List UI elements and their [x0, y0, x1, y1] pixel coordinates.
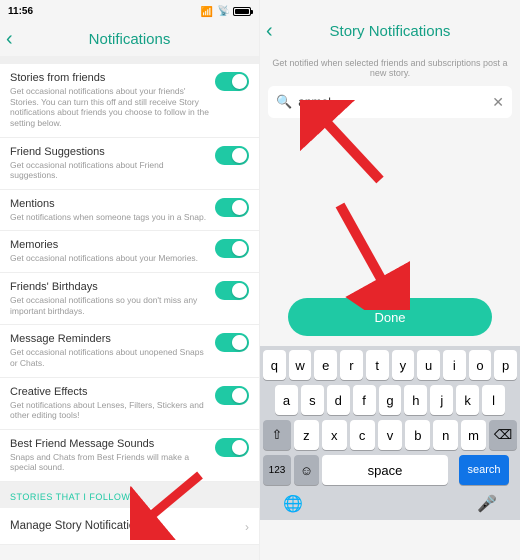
key-h[interactable]: h: [404, 385, 427, 415]
key-t[interactable]: t: [366, 350, 389, 380]
mic-icon[interactable]: 🎤: [477, 494, 497, 514]
page-title: Notifications: [89, 31, 171, 48]
right-phone: ‹ Story Notifications Get notified when …: [260, 0, 520, 560]
toggle-switch[interactable]: [215, 239, 249, 258]
kb-row-4: 123 ☺ space search: [263, 455, 517, 485]
kb-row-1: q w e r t y u i o p: [263, 350, 517, 380]
toggle-switch[interactable]: [215, 281, 249, 300]
setting-best-friend-sounds[interactable]: Best Friend Message Sounds Snaps and Cha…: [0, 430, 259, 482]
search-input[interactable]: 🔍 anmol ✕: [268, 86, 512, 118]
setting-message-reminders[interactable]: Message Reminders Get occasional notific…: [0, 325, 259, 377]
status-bar: 11:56 📶 📡: [0, 0, 259, 22]
setting-creative-effects[interactable]: Creative Effects Get notifications about…: [0, 378, 259, 430]
results-area: [260, 118, 520, 298]
key-a[interactable]: a: [275, 385, 298, 415]
section-header: STORIES THAT I FOLLOW: [0, 482, 259, 508]
setting-mentions[interactable]: Mentions Get notifications when someone …: [0, 190, 259, 232]
battery-icon: [233, 7, 251, 16]
done-button[interactable]: Done: [288, 298, 492, 336]
key-space[interactable]: space: [322, 455, 448, 485]
key-c[interactable]: c: [350, 420, 375, 450]
key-w[interactable]: w: [289, 350, 312, 380]
toggle-switch[interactable]: [215, 386, 249, 405]
key-b[interactable]: b: [405, 420, 430, 450]
back-button[interactable]: ‹: [266, 20, 273, 43]
wifi-icon: 📡: [218, 6, 230, 17]
manage-story-notifications[interactable]: Manage Story Notifications ›: [0, 508, 259, 545]
kb-bottom-bar: 🌐 🎤: [263, 490, 517, 520]
key-y[interactable]: y: [392, 350, 415, 380]
kb-row-2: a s d f g h j k l: [263, 385, 517, 415]
setting-birthdays[interactable]: Friends' Birthdays Get occasional notifi…: [0, 273, 259, 325]
search-icon: 🔍: [276, 94, 292, 110]
status-icons: 📶 📡: [201, 6, 251, 17]
key-n[interactable]: n: [433, 420, 458, 450]
globe-icon[interactable]: 🌐: [283, 494, 303, 514]
toggle-switch[interactable]: [215, 146, 249, 165]
key-e[interactable]: e: [314, 350, 337, 380]
key-f[interactable]: f: [353, 385, 376, 415]
key-q[interactable]: q: [263, 350, 286, 380]
back-button[interactable]: ‹: [6, 28, 13, 51]
key-p[interactable]: p: [494, 350, 517, 380]
key-emoji[interactable]: ☺: [294, 455, 319, 485]
setting-memories[interactable]: Memories Get occasional notifications ab…: [0, 231, 259, 273]
setting-stories-from-friends[interactable]: Stories from friends Get occasional noti…: [0, 64, 259, 138]
key-delete[interactable]: ⌫: [489, 420, 517, 450]
status-time: 11:56: [8, 6, 33, 17]
chevron-right-icon: ›: [245, 520, 249, 534]
clear-icon[interactable]: ✕: [492, 94, 504, 111]
key-k[interactable]: k: [456, 385, 479, 415]
toggle-switch[interactable]: [215, 72, 249, 91]
key-s[interactable]: s: [301, 385, 324, 415]
settings-list: Stories from friends Get occasional noti…: [0, 64, 259, 482]
key-v[interactable]: v: [378, 420, 403, 450]
key-shift[interactable]: ⇧: [263, 420, 291, 450]
status-bar: [260, 0, 520, 14]
key-m[interactable]: m: [461, 420, 486, 450]
page-title: Story Notifications: [330, 23, 451, 40]
left-phone: 11:56 📶 📡 ‹ Notifications Stories from f…: [0, 0, 260, 560]
kb-row-3: ⇧ z x c v b n m ⌫: [263, 420, 517, 450]
setting-friend-suggestions[interactable]: Friend Suggestions Get occasional notifi…: [0, 138, 259, 190]
key-search[interactable]: search: [459, 455, 509, 485]
toggle-switch[interactable]: [215, 438, 249, 457]
key-r[interactable]: r: [340, 350, 363, 380]
key-g[interactable]: g: [379, 385, 402, 415]
search-value: anmol: [298, 95, 492, 109]
key-numbers[interactable]: 123: [263, 455, 291, 485]
subtitle: Get notified when selected friends and s…: [260, 48, 520, 86]
key-u[interactable]: u: [417, 350, 440, 380]
key-o[interactable]: o: [469, 350, 492, 380]
key-l[interactable]: l: [482, 385, 505, 415]
key-d[interactable]: d: [327, 385, 350, 415]
key-z[interactable]: z: [294, 420, 319, 450]
key-j[interactable]: j: [430, 385, 453, 415]
toggle-switch[interactable]: [215, 198, 249, 217]
key-x[interactable]: x: [322, 420, 347, 450]
signal-icon: 📶: [201, 7, 215, 16]
nav-bar: ‹ Story Notifications: [260, 14, 520, 48]
toggle-switch[interactable]: [215, 333, 249, 352]
keyboard: q w e r t y u i o p a s d f g h j k l: [260, 346, 520, 520]
key-i[interactable]: i: [443, 350, 466, 380]
nav-bar: ‹ Notifications: [0, 22, 259, 56]
